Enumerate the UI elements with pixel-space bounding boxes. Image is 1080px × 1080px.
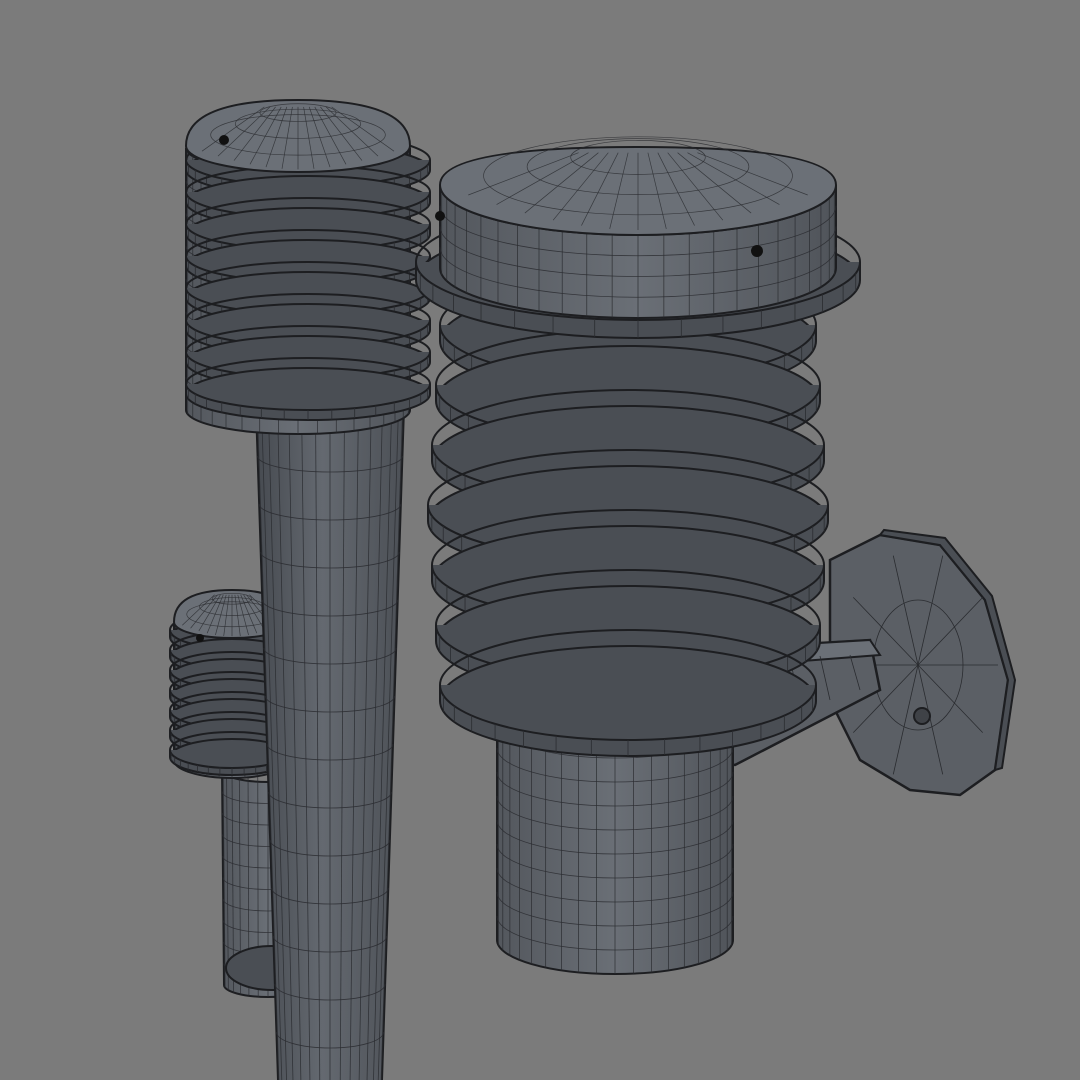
wireframe-scene xyxy=(169,98,1017,1080)
screw-icon xyxy=(435,211,445,221)
cage-ring-4-band xyxy=(432,565,824,581)
lantern-cage xyxy=(427,269,829,757)
screw-icon xyxy=(751,245,763,257)
tall-head-ring-7-band xyxy=(186,384,430,394)
cage-ring-5-band xyxy=(436,625,820,641)
3d-viewport[interactable] xyxy=(0,0,1080,1080)
cage-ring-3-band xyxy=(428,505,828,521)
wall-lantern[interactable] xyxy=(415,136,1017,975)
screw-icon xyxy=(219,135,229,145)
screw-icon xyxy=(196,634,204,642)
tall-bollard-head xyxy=(184,98,431,435)
bolt-icon xyxy=(913,707,931,725)
cage-ring-2-band xyxy=(432,445,824,461)
tall-bollard-post xyxy=(255,407,405,1080)
lantern-cap xyxy=(415,136,861,339)
cage-ring-6-band xyxy=(440,685,816,701)
cage-ring-1-band xyxy=(436,385,820,401)
